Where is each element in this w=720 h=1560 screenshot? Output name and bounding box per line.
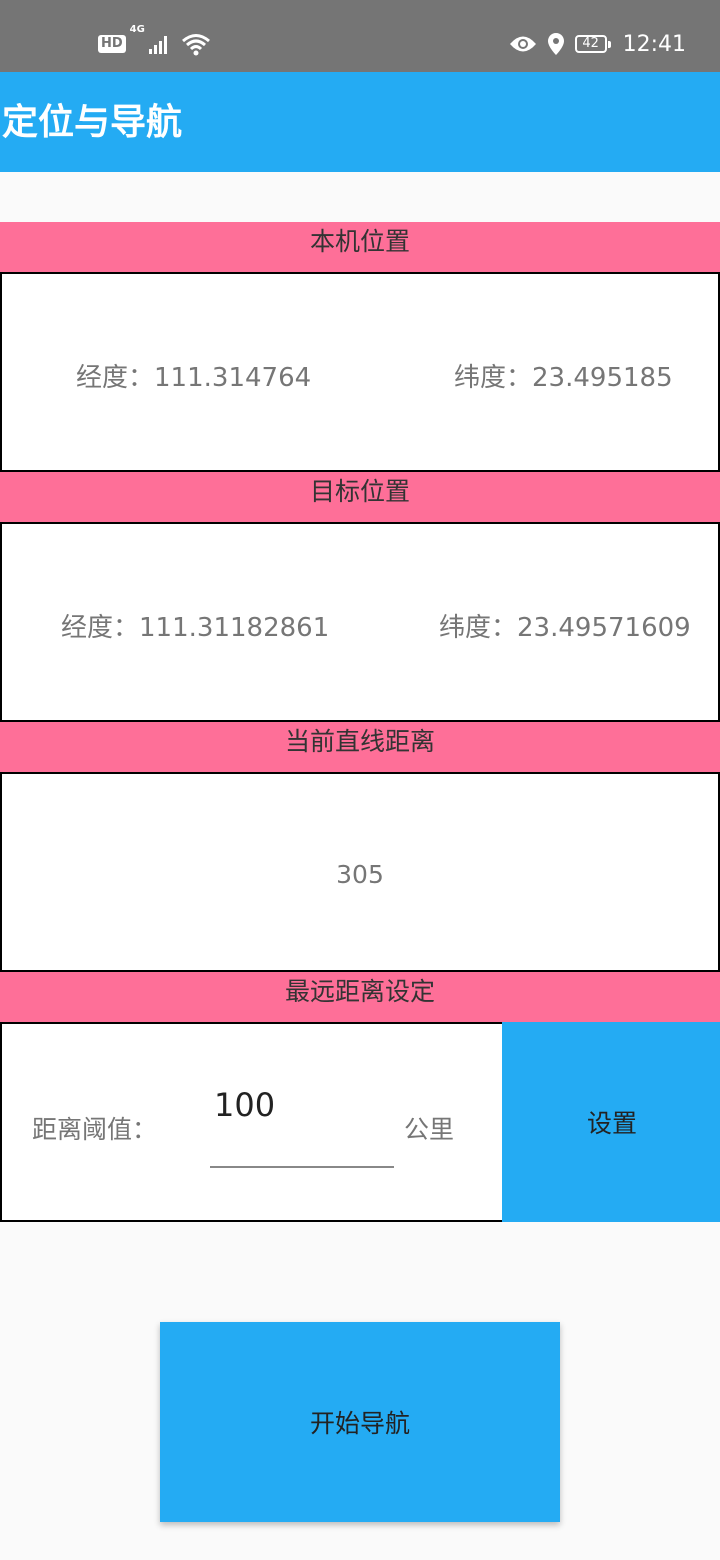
target-latitude-label: 纬度： [439,613,518,643]
current-distance-box: 305 [0,772,720,972]
network-type-label: 4G [129,24,145,35]
local-position-header: 本机位置 [0,222,720,272]
local-latitude-label: 纬度： [454,363,533,393]
current-distance-header: 当前直线距离 [0,722,720,772]
target-latitude-value: 23.49571609 [517,613,691,643]
hd-badge: HD [98,35,126,53]
signal-icon [148,36,167,54]
status-left-group: HD 4G [98,24,211,62]
start-navigation-button[interactable]: 开始导航 [160,1322,560,1522]
eye-icon [509,36,536,52]
threshold-unit: 公里 [404,1115,455,1144]
battery-level: 42 [582,36,599,51]
target-latitude: 纬度：23.49571609 [439,607,691,644]
wifi-icon [181,34,210,56]
status-right-group: 42 12:41 [509,26,686,62]
current-distance-value: 305 [336,860,384,889]
local-latitude-value: 23.495185 [532,363,673,393]
target-longitude-value: 111.31182861 [139,613,330,643]
target-position-header: 目标位置 [0,472,720,522]
location-icon [547,33,564,55]
local-latitude: 纬度：23.495185 [454,357,673,394]
threshold-input[interactable] [210,1084,394,1168]
clock: 12:41 [622,31,686,57]
status-bar: HD 4G 42 12:41 [0,0,720,72]
max-distance-header: 最远距离设定 [0,972,720,1022]
local-longitude-value: 111.314764 [154,363,312,393]
app-title: 定位与导航 [2,101,183,143]
set-button[interactable]: 设置 [502,1022,720,1222]
target-position-box: 经度：111.31182861 纬度：23.49571609 [0,522,720,722]
threshold-label: 距离阈值： [32,1115,158,1144]
target-longitude-label: 经度： [61,613,140,643]
target-longitude: 经度：111.31182861 [61,607,329,644]
local-longitude-label: 经度： [76,363,155,393]
app-bar: 定位与导航 [0,72,720,172]
local-position-box: 经度：111.314764 纬度：23.495185 [0,272,720,472]
local-longitude: 经度：111.314764 [76,357,311,394]
max-distance-box: 距离阈值： 公里 设置 [0,1022,720,1222]
battery-icon: 42 [574,35,611,53]
